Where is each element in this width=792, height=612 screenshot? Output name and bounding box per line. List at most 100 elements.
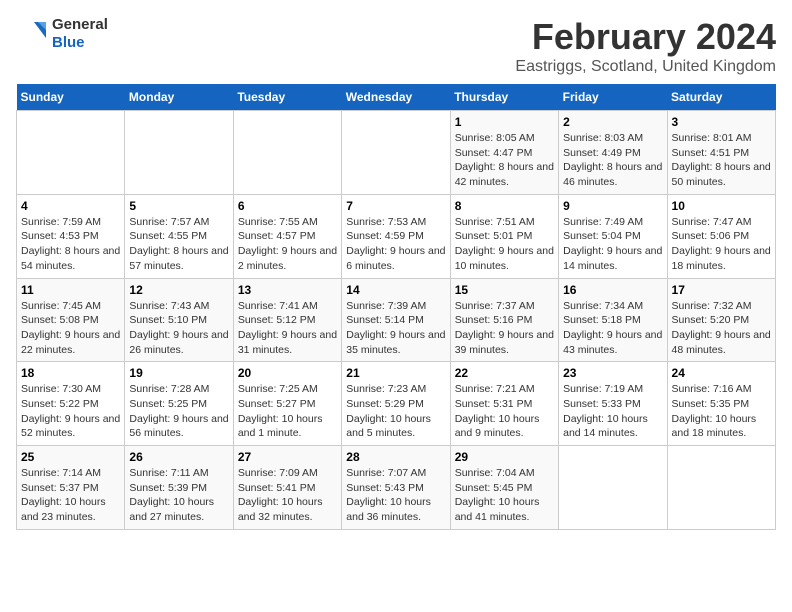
day-info: Sunrise: 7:37 AMSunset: 5:16 PMDaylight:…	[455, 299, 554, 358]
cell-week1-day1	[125, 111, 233, 195]
week-row-1: 1 Sunrise: 8:05 AMSunset: 4:47 PMDayligh…	[17, 111, 776, 195]
day-number: 17	[672, 283, 771, 297]
subtitle: Eastriggs, Scotland, United Kingdom	[515, 58, 776, 76]
logo-graphic	[16, 18, 48, 50]
day-number: 24	[672, 366, 771, 380]
cell-week1-day4: 1 Sunrise: 8:05 AMSunset: 4:47 PMDayligh…	[450, 111, 558, 195]
day-info: Sunrise: 7:25 AMSunset: 5:27 PMDaylight:…	[238, 382, 337, 441]
header-monday: Monday	[125, 84, 233, 111]
day-info: Sunrise: 7:53 AMSunset: 4:59 PMDaylight:…	[346, 215, 445, 274]
day-number: 1	[455, 115, 554, 129]
day-info: Sunrise: 7:07 AMSunset: 5:43 PMDaylight:…	[346, 466, 445, 525]
title-area: February 2024 Eastriggs, Scotland, Unite…	[515, 16, 776, 76]
day-number: 22	[455, 366, 554, 380]
day-info: Sunrise: 7:59 AMSunset: 4:53 PMDaylight:…	[21, 215, 120, 274]
day-info: Sunrise: 7:16 AMSunset: 5:35 PMDaylight:…	[672, 382, 771, 441]
main-title: February 2024	[515, 16, 776, 58]
cell-week2-day1: 5 Sunrise: 7:57 AMSunset: 4:55 PMDayligh…	[125, 194, 233, 278]
day-info: Sunrise: 7:23 AMSunset: 5:29 PMDaylight:…	[346, 382, 445, 441]
calendar-header-row: SundayMondayTuesdayWednesdayThursdayFrid…	[17, 84, 776, 111]
day-number: 7	[346, 199, 445, 213]
cell-week5-day6	[667, 446, 775, 530]
day-info: Sunrise: 7:09 AMSunset: 5:41 PMDaylight:…	[238, 466, 337, 525]
cell-week3-day1: 12 Sunrise: 7:43 AMSunset: 5:10 PMDaylig…	[125, 278, 233, 362]
header-wednesday: Wednesday	[342, 84, 450, 111]
cell-week3-day5: 16 Sunrise: 7:34 AMSunset: 5:18 PMDaylig…	[559, 278, 667, 362]
cell-week5-day1: 26 Sunrise: 7:11 AMSunset: 5:39 PMDaylig…	[125, 446, 233, 530]
day-info: Sunrise: 7:21 AMSunset: 5:31 PMDaylight:…	[455, 382, 554, 441]
day-info: Sunrise: 7:04 AMSunset: 5:45 PMDaylight:…	[455, 466, 554, 525]
day-number: 16	[563, 283, 662, 297]
cell-week3-day3: 14 Sunrise: 7:39 AMSunset: 5:14 PMDaylig…	[342, 278, 450, 362]
day-info: Sunrise: 8:03 AMSunset: 4:49 PMDaylight:…	[563, 131, 662, 190]
cell-week4-day4: 22 Sunrise: 7:21 AMSunset: 5:31 PMDaylig…	[450, 362, 558, 446]
day-number: 25	[21, 450, 120, 464]
cell-week1-day2	[233, 111, 341, 195]
cell-week3-day6: 17 Sunrise: 7:32 AMSunset: 5:20 PMDaylig…	[667, 278, 775, 362]
day-info: Sunrise: 7:49 AMSunset: 5:04 PMDaylight:…	[563, 215, 662, 274]
cell-week2-day5: 9 Sunrise: 7:49 AMSunset: 5:04 PMDayligh…	[559, 194, 667, 278]
day-info: Sunrise: 7:14 AMSunset: 5:37 PMDaylight:…	[21, 466, 120, 525]
cell-week4-day0: 18 Sunrise: 7:30 AMSunset: 5:22 PMDaylig…	[17, 362, 125, 446]
day-number: 4	[21, 199, 120, 213]
header-friday: Friday	[559, 84, 667, 111]
cell-week1-day3	[342, 111, 450, 195]
header-tuesday: Tuesday	[233, 84, 341, 111]
cell-week3-day4: 15 Sunrise: 7:37 AMSunset: 5:16 PMDaylig…	[450, 278, 558, 362]
header-sunday: Sunday	[17, 84, 125, 111]
day-number: 18	[21, 366, 120, 380]
day-info: Sunrise: 7:28 AMSunset: 5:25 PMDaylight:…	[129, 382, 228, 441]
logo-blue: Blue	[52, 34, 85, 51]
day-number: 14	[346, 283, 445, 297]
day-info: Sunrise: 7:43 AMSunset: 5:10 PMDaylight:…	[129, 299, 228, 358]
cell-week1-day0	[17, 111, 125, 195]
week-row-4: 18 Sunrise: 7:30 AMSunset: 5:22 PMDaylig…	[17, 362, 776, 446]
day-number: 29	[455, 450, 554, 464]
day-number: 3	[672, 115, 771, 129]
cell-week2-day0: 4 Sunrise: 7:59 AMSunset: 4:53 PMDayligh…	[17, 194, 125, 278]
logo-general: General	[52, 16, 108, 33]
cell-week2-day3: 7 Sunrise: 7:53 AMSunset: 4:59 PMDayligh…	[342, 194, 450, 278]
week-row-5: 25 Sunrise: 7:14 AMSunset: 5:37 PMDaylig…	[17, 446, 776, 530]
cell-week1-day5: 2 Sunrise: 8:03 AMSunset: 4:49 PMDayligh…	[559, 111, 667, 195]
day-number: 23	[563, 366, 662, 380]
cell-week2-day6: 10 Sunrise: 7:47 AMSunset: 5:06 PMDaylig…	[667, 194, 775, 278]
cell-week4-day5: 23 Sunrise: 7:19 AMSunset: 5:33 PMDaylig…	[559, 362, 667, 446]
day-info: Sunrise: 7:57 AMSunset: 4:55 PMDaylight:…	[129, 215, 228, 274]
logo: General Blue	[16, 16, 108, 52]
day-number: 26	[129, 450, 228, 464]
day-number: 19	[129, 366, 228, 380]
day-info: Sunrise: 7:32 AMSunset: 5:20 PMDaylight:…	[672, 299, 771, 358]
day-number: 28	[346, 450, 445, 464]
day-info: Sunrise: 8:01 AMSunset: 4:51 PMDaylight:…	[672, 131, 771, 190]
day-number: 21	[346, 366, 445, 380]
day-number: 2	[563, 115, 662, 129]
cell-week2-day4: 8 Sunrise: 7:51 AMSunset: 5:01 PMDayligh…	[450, 194, 558, 278]
day-info: Sunrise: 7:30 AMSunset: 5:22 PMDaylight:…	[21, 382, 120, 441]
cell-week4-day6: 24 Sunrise: 7:16 AMSunset: 5:35 PMDaylig…	[667, 362, 775, 446]
day-info: Sunrise: 7:51 AMSunset: 5:01 PMDaylight:…	[455, 215, 554, 274]
day-number: 12	[129, 283, 228, 297]
cell-week4-day1: 19 Sunrise: 7:28 AMSunset: 5:25 PMDaylig…	[125, 362, 233, 446]
day-number: 5	[129, 199, 228, 213]
cell-week5-day4: 29 Sunrise: 7:04 AMSunset: 5:45 PMDaylig…	[450, 446, 558, 530]
cell-week3-day2: 13 Sunrise: 7:41 AMSunset: 5:12 PMDaylig…	[233, 278, 341, 362]
day-number: 9	[563, 199, 662, 213]
cell-week5-day0: 25 Sunrise: 7:14 AMSunset: 5:37 PMDaylig…	[17, 446, 125, 530]
week-row-3: 11 Sunrise: 7:45 AMSunset: 5:08 PMDaylig…	[17, 278, 776, 362]
day-info: Sunrise: 8:05 AMSunset: 4:47 PMDaylight:…	[455, 131, 554, 190]
day-number: 8	[455, 199, 554, 213]
week-row-2: 4 Sunrise: 7:59 AMSunset: 4:53 PMDayligh…	[17, 194, 776, 278]
cell-week4-day3: 21 Sunrise: 7:23 AMSunset: 5:29 PMDaylig…	[342, 362, 450, 446]
day-number: 13	[238, 283, 337, 297]
cell-week1-day6: 3 Sunrise: 8:01 AMSunset: 4:51 PMDayligh…	[667, 111, 775, 195]
cell-week5-day2: 27 Sunrise: 7:09 AMSunset: 5:41 PMDaylig…	[233, 446, 341, 530]
day-info: Sunrise: 7:45 AMSunset: 5:08 PMDaylight:…	[21, 299, 120, 358]
day-info: Sunrise: 7:39 AMSunset: 5:14 PMDaylight:…	[346, 299, 445, 358]
cell-week5-day3: 28 Sunrise: 7:07 AMSunset: 5:43 PMDaylig…	[342, 446, 450, 530]
day-info: Sunrise: 7:34 AMSunset: 5:18 PMDaylight:…	[563, 299, 662, 358]
cell-week2-day2: 6 Sunrise: 7:55 AMSunset: 4:57 PMDayligh…	[233, 194, 341, 278]
header-thursday: Thursday	[450, 84, 558, 111]
day-info: Sunrise: 7:19 AMSunset: 5:33 PMDaylight:…	[563, 382, 662, 441]
day-number: 27	[238, 450, 337, 464]
